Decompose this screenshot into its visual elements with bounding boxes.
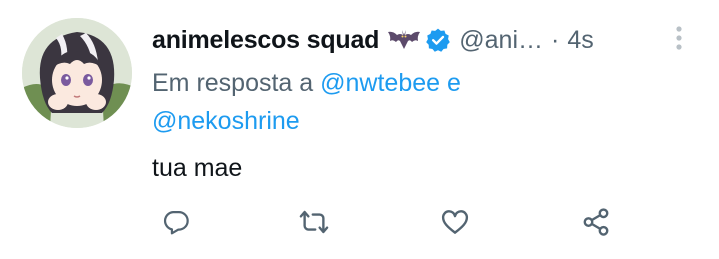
timestamp[interactable]: 4s <box>567 26 593 55</box>
reply-prefix: Em resposta a <box>152 69 321 97</box>
tweet-text: tua mae <box>152 154 243 182</box>
reply-icon <box>162 208 190 236</box>
tweet-header: animelescos squad @ani… · 4s <box>152 20 697 60</box>
reply-button[interactable] <box>158 204 194 240</box>
verified-badge-icon <box>425 27 451 53</box>
reply-context: Em resposta a @nwtebee e @nekoshrine <box>152 64 652 140</box>
retweet-icon <box>299 207 329 237</box>
share-icon <box>581 207 611 237</box>
like-button[interactable] <box>437 204 473 240</box>
reply-conjunction: e <box>440 69 461 97</box>
heart-icon <box>440 207 470 237</box>
display-name[interactable]: animelescos squad <box>152 26 379 55</box>
action-bar <box>0 200 719 246</box>
tweet[interactable]: animelescos squad @ani… · 4s Em resposta… <box>0 0 719 259</box>
bat-emoji-icon <box>387 27 421 53</box>
mention-link[interactable]: @nwtebee <box>320 69 440 97</box>
retweet-button[interactable] <box>296 204 332 240</box>
avatar[interactable] <box>22 18 132 128</box>
mention-link[interactable]: @nekoshrine <box>152 107 300 135</box>
share-button[interactable] <box>578 204 614 240</box>
more-options-icon[interactable] <box>670 22 688 56</box>
separator-dot: · <box>551 25 560 54</box>
user-handle[interactable]: @ani… <box>459 26 543 55</box>
